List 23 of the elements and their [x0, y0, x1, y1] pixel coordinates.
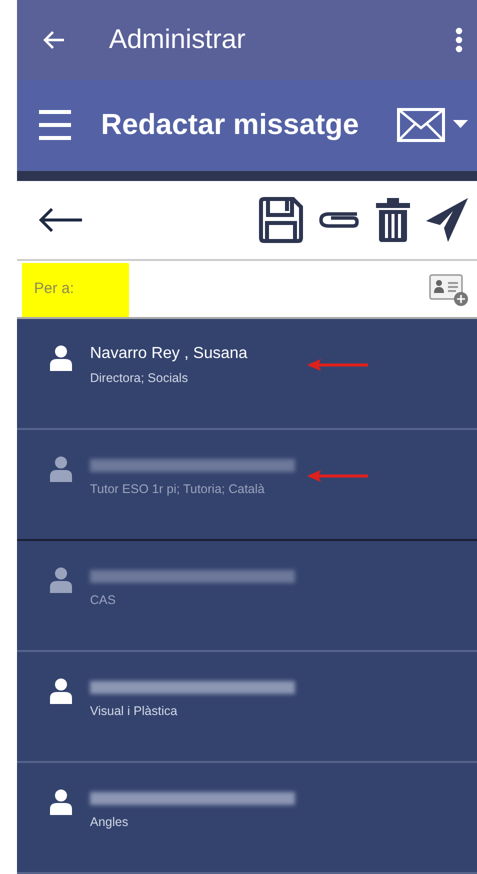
contact-subjects: Tutor ESO 1r pi; Tutoria; Català — [90, 482, 266, 496]
contact-subjects: CAS — [90, 593, 117, 607]
contact-subjects: Visual i Plàstica — [90, 704, 178, 718]
person-icon — [50, 678, 72, 704]
person-icon — [50, 789, 72, 815]
back-arrow-icon[interactable] — [39, 206, 83, 233]
person-icon — [50, 567, 72, 593]
trash-icon[interactable] — [375, 196, 411, 243]
contact-item[interactable]: Visual i Plàstica — [17, 652, 477, 763]
envelope-dropdown-icon[interactable] — [397, 108, 469, 142]
contact-subjects: Directora; Socials — [90, 371, 189, 385]
page-title: Redactar missatge — [101, 108, 360, 142]
menu-icon[interactable] — [39, 109, 71, 142]
contact-item[interactable]: Navarro Rey , Susana Directora; Socials — [17, 319, 477, 430]
app-bar-title: Administrar — [109, 24, 247, 56]
contact-item[interactable]: Angles — [17, 763, 477, 874]
send-icon[interactable] — [425, 196, 469, 243]
more-menu-icon[interactable] — [455, 26, 463, 53]
save-icon[interactable] — [259, 196, 303, 243]
person-icon — [50, 345, 72, 371]
contact-subjects: Angles — [90, 815, 130, 829]
contact-name: Navarro Rey , Susana — [90, 345, 248, 363]
person-icon — [50, 456, 72, 482]
